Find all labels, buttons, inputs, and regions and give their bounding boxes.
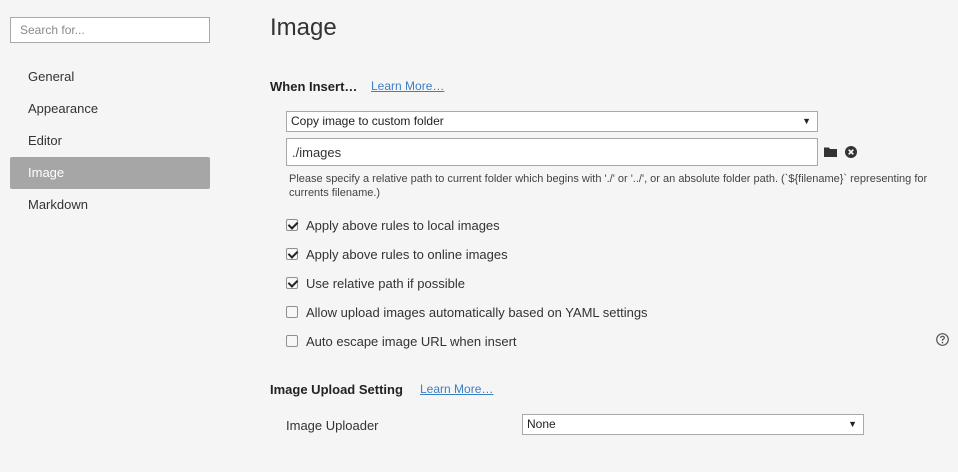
sidebar: General Appearance Editor Image Markdown [0, 0, 220, 472]
chevron-down-icon: ▼ [802, 116, 811, 126]
image-action-select[interactable]: Copy image to custom folder ▼ [286, 111, 818, 132]
sidebar-item-markdown[interactable]: Markdown [10, 189, 210, 221]
option-use-relative-path[interactable]: Use relative path if possible [286, 274, 465, 292]
sidebar-item-image[interactable]: Image [10, 157, 210, 189]
sidebar-item-editor[interactable]: Editor [10, 125, 210, 157]
option-label: Use relative path if possible [306, 275, 465, 291]
close-circle-icon[interactable] [845, 146, 857, 161]
search-input[interactable] [10, 17, 210, 43]
option-auto-upload-yaml[interactable]: Allow upload images automatically based … [286, 303, 648, 321]
checkbox[interactable] [286, 248, 298, 260]
image-action-select-value: Copy image to custom folder [291, 114, 444, 128]
upload-learn-more-link[interactable]: Learn More… [420, 382, 493, 396]
help-circle-icon[interactable] [936, 333, 949, 349]
option-label: Apply above rules to local images [306, 217, 500, 233]
image-uploader-select-value: None [527, 417, 556, 431]
sidebar-item-appearance[interactable]: Appearance [10, 93, 210, 125]
sidebar-item-general[interactable]: General [10, 61, 210, 93]
checkbox[interactable] [286, 277, 298, 289]
folder-icon[interactable] [824, 146, 838, 161]
option-label: Apply above rules to online images [306, 246, 508, 262]
checkbox[interactable] [286, 219, 298, 231]
image-folder-path-input[interactable] [286, 138, 818, 166]
when-insert-heading: When Insert… [270, 79, 358, 94]
when-insert-learn-more-link[interactable]: Learn More… [371, 79, 444, 93]
page-title: Image [270, 14, 337, 41]
checkbox[interactable] [286, 306, 298, 318]
image-uploader-select[interactable]: None ▼ [522, 414, 864, 435]
option-label: Auto escape image URL when insert [306, 333, 517, 349]
chevron-down-icon: ▼ [848, 419, 857, 429]
checkbox[interactable] [286, 335, 298, 347]
image-uploader-label: Image Uploader [286, 418, 379, 433]
settings-panel: Image When Insert… Learn More… Copy imag… [270, 0, 958, 472]
image-upload-heading: Image Upload Setting [270, 382, 403, 397]
option-auto-escape-url[interactable]: Auto escape image URL when insert [286, 332, 517, 350]
path-hint-text: Please specify a relative path to curren… [289, 173, 928, 199]
option-label: Allow upload images automatically based … [306, 304, 648, 320]
option-apply-local-images[interactable]: Apply above rules to local images [286, 216, 500, 234]
option-apply-online-images[interactable]: Apply above rules to online images [286, 245, 508, 263]
